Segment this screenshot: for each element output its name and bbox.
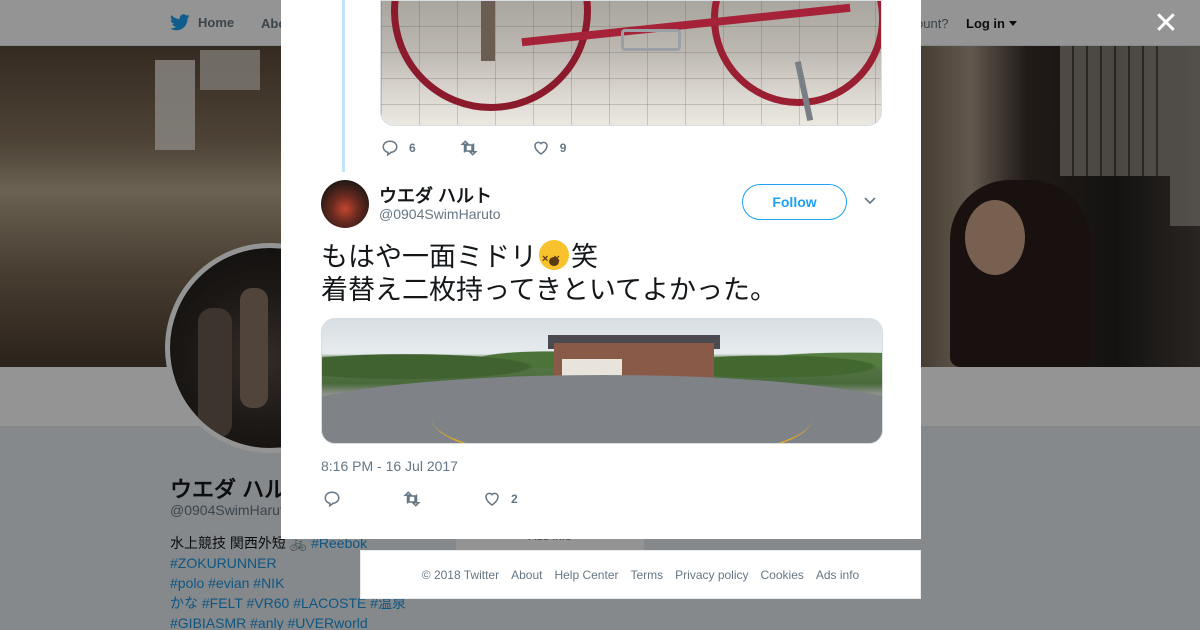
footer: © 2018 Twitter About Help Center Terms P… (360, 550, 921, 599)
retweet-button[interactable] (460, 139, 488, 157)
dizzy-face-emoji (539, 240, 569, 276)
bike-chainring (621, 29, 681, 51)
retweet-icon (403, 491, 421, 507)
author-name[interactable]: ウエダ ハルト (379, 182, 492, 208)
footer-privacy-link[interactable]: Privacy policy (675, 568, 748, 582)
like-icon (485, 492, 499, 506)
follow-button[interactable]: Follow (742, 184, 847, 220)
tweet-actions: 2 (323, 490, 562, 508)
chevron-down-icon (864, 197, 876, 205)
like-icon (533, 141, 548, 155)
previous-tweet-photo[interactable] (380, 0, 882, 126)
tweet-text-part: もはや一面ミドリ (321, 242, 537, 272)
like-count: 9 (559, 141, 567, 155)
tweet-photo[interactable] (321, 318, 883, 444)
close-icon[interactable]: ✕ (1152, 9, 1180, 39)
tweet-menu-button[interactable] (863, 194, 883, 212)
author-handle[interactable]: @0904SwimHaruto (379, 206, 501, 222)
reply-icon (324, 491, 340, 508)
footer-help-link[interactable]: Help Center (554, 568, 618, 582)
previous-tweet-actions: 6 9 (381, 139, 610, 157)
reply-count: 6 (409, 141, 416, 155)
like-button[interactable]: 2 (483, 490, 518, 508)
reply-button[interactable]: 6 (381, 139, 416, 157)
tweet-timestamp[interactable]: 8:16 PM - 16 Jul 2017 (321, 458, 458, 474)
footer-cookies-link[interactable]: Cookies (761, 568, 804, 582)
tweet-text: もはや一面ミドリ 笑 着替え二枚持ってきといてよかった。 (321, 240, 881, 307)
tweet-text-line: もはや一面ミドリ 笑 (321, 240, 881, 276)
footer-about-link[interactable]: About (511, 568, 542, 582)
retweet-icon (460, 140, 478, 156)
like-button[interactable]: 9 (532, 139, 567, 157)
footer-terms-link[interactable]: Terms (630, 568, 663, 582)
footer-ads-link[interactable]: Ads info (816, 568, 859, 582)
tweet-modal: 6 9 ウエダ ハルト @0904SwimHaruto Follow もはや一面… (281, 0, 921, 539)
author-avatar[interactable] (321, 180, 369, 228)
thread-connector-line (342, 0, 345, 172)
reply-icon (382, 140, 398, 157)
reply-button[interactable] (323, 490, 351, 508)
tweet-text-line: 着替え二枚持ってきといてよかった。 (321, 275, 778, 305)
like-count: 2 (511, 492, 518, 506)
retweet-button[interactable] (403, 490, 431, 508)
footer-copyright: © 2018 Twitter (421, 567, 500, 582)
tweet-text-part: 笑 (571, 242, 598, 272)
